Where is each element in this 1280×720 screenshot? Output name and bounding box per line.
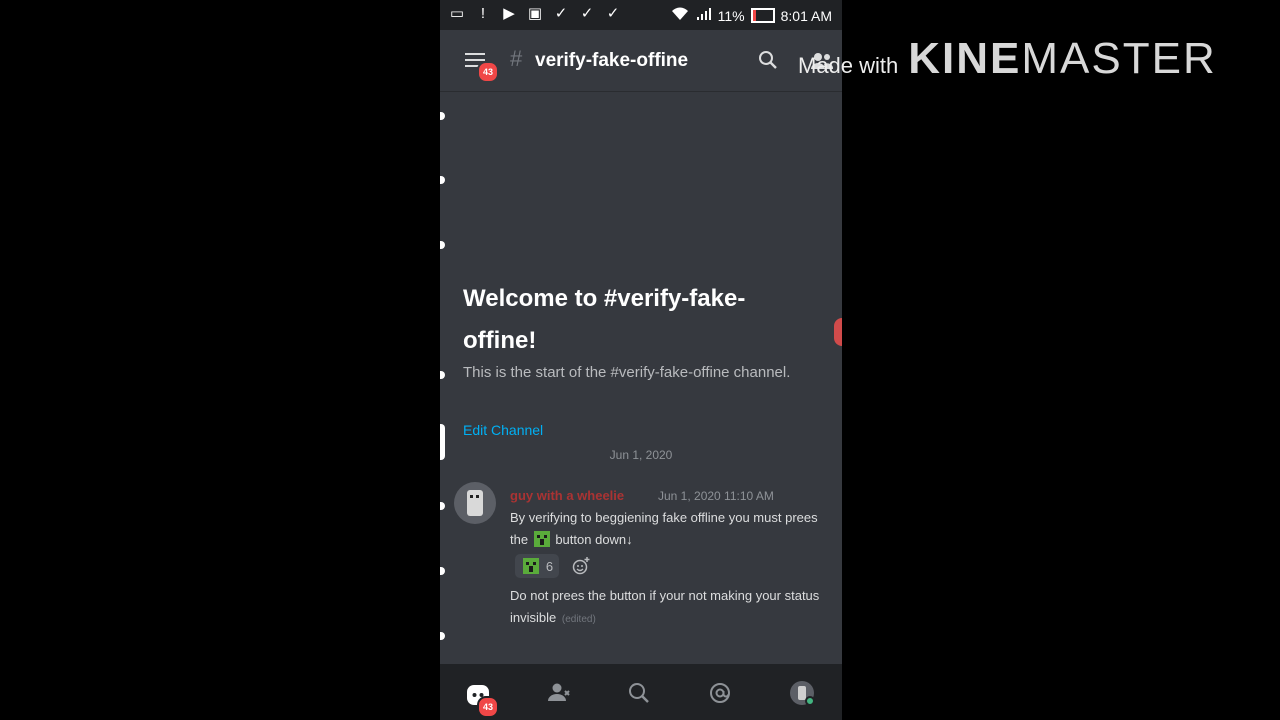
- date-divider: Jun 1, 2020: [609, 448, 673, 462]
- bottom-nav: 43: [440, 664, 842, 720]
- clock: 8:01 AM: [780, 7, 832, 24]
- server-indicator: [440, 632, 445, 640]
- kinemaster-watermark: Made with KINE MASTER: [798, 34, 1217, 84]
- server-indicator: [440, 502, 445, 510]
- creeper-emoji-icon: [533, 531, 550, 547]
- image-icon: ▣: [527, 5, 543, 22]
- server-indicator: [440, 371, 445, 379]
- watermark-brand-master: MASTER: [1021, 34, 1217, 83]
- welcome-title: Welcome to #verify-fake-offine!: [463, 285, 746, 354]
- reaction-count: 6: [545, 558, 554, 574]
- message-text-second: Do not prees the button if your not maki…: [510, 585, 830, 631]
- battery-percent: 11%: [717, 7, 745, 24]
- server-indicator: [440, 241, 445, 249]
- scroll-indicator: [834, 318, 842, 346]
- welcome-subtitle: This is the start of the #verify-fake-of…: [463, 364, 791, 381]
- search-icon[interactable]: [628, 682, 650, 709]
- message-second-text: Do not prees the button if your not maki…: [510, 588, 820, 625]
- watermark-prefix: Made with: [798, 53, 899, 78]
- server-indicator-active: [440, 424, 445, 460]
- server-indicator: [440, 567, 445, 575]
- mentions-icon[interactable]: [709, 682, 731, 709]
- chat-bubble-icon: ▭: [449, 5, 465, 22]
- add-reaction-icon[interactable]: [572, 557, 590, 580]
- server-indicator: [440, 176, 445, 184]
- creeper-reaction-icon: [522, 558, 539, 574]
- watermark-brand-kine: KINE: [908, 34, 1022, 83]
- search-icon[interactable]: [758, 50, 778, 75]
- channel-title: verify-fake-offine: [535, 50, 689, 71]
- menu-unread-badge: 43: [477, 61, 499, 83]
- message-timestamp: Jun 1, 2020 11:10 AM: [658, 489, 774, 503]
- check-icon: ✓: [554, 5, 568, 22]
- edited-label: (edited): [561, 614, 596, 625]
- status-bar: ▭ ! ▶ ▣ ✓ ✓ ✓ 11% 8:01 AM: [440, 0, 842, 30]
- channel-header: 43 # verify-fake-offine: [440, 30, 842, 92]
- status-right: 11% 8:01 AM: [670, 6, 832, 25]
- check-icon: ✓: [606, 5, 620, 22]
- signal-icon: [696, 7, 712, 24]
- avatar[interactable]: [454, 482, 496, 524]
- profile-icon[interactable]: [789, 680, 815, 711]
- message-text: By verifying to beggiening fake offline …: [510, 507, 830, 551]
- wifi-icon: [670, 6, 690, 25]
- message-author[interactable]: guy with a wheelie: [510, 488, 624, 503]
- alert-icon: !: [480, 5, 486, 22]
- friends-icon[interactable]: [547, 682, 571, 707]
- channel-hash-icon: #: [510, 46, 523, 71]
- edit-channel-link[interactable]: Edit Channel: [463, 422, 543, 438]
- notification-icons: ▭ ! ▶ ▣ ✓ ✓ ✓: [448, 6, 622, 22]
- phone-screen: ▭ ! ▶ ▣ ✓ ✓ ✓ 11% 8:01 AM 43 # verify-fa…: [440, 0, 842, 720]
- home-unread-badge: 43: [477, 696, 499, 718]
- battery-icon: [750, 8, 775, 23]
- check-icon: ✓: [580, 5, 594, 22]
- message-text-part2: button down↓: [555, 532, 633, 547]
- server-indicator: [440, 112, 445, 120]
- video-icon: ▶: [503, 5, 515, 22]
- reaction-button[interactable]: 6: [515, 554, 559, 578]
